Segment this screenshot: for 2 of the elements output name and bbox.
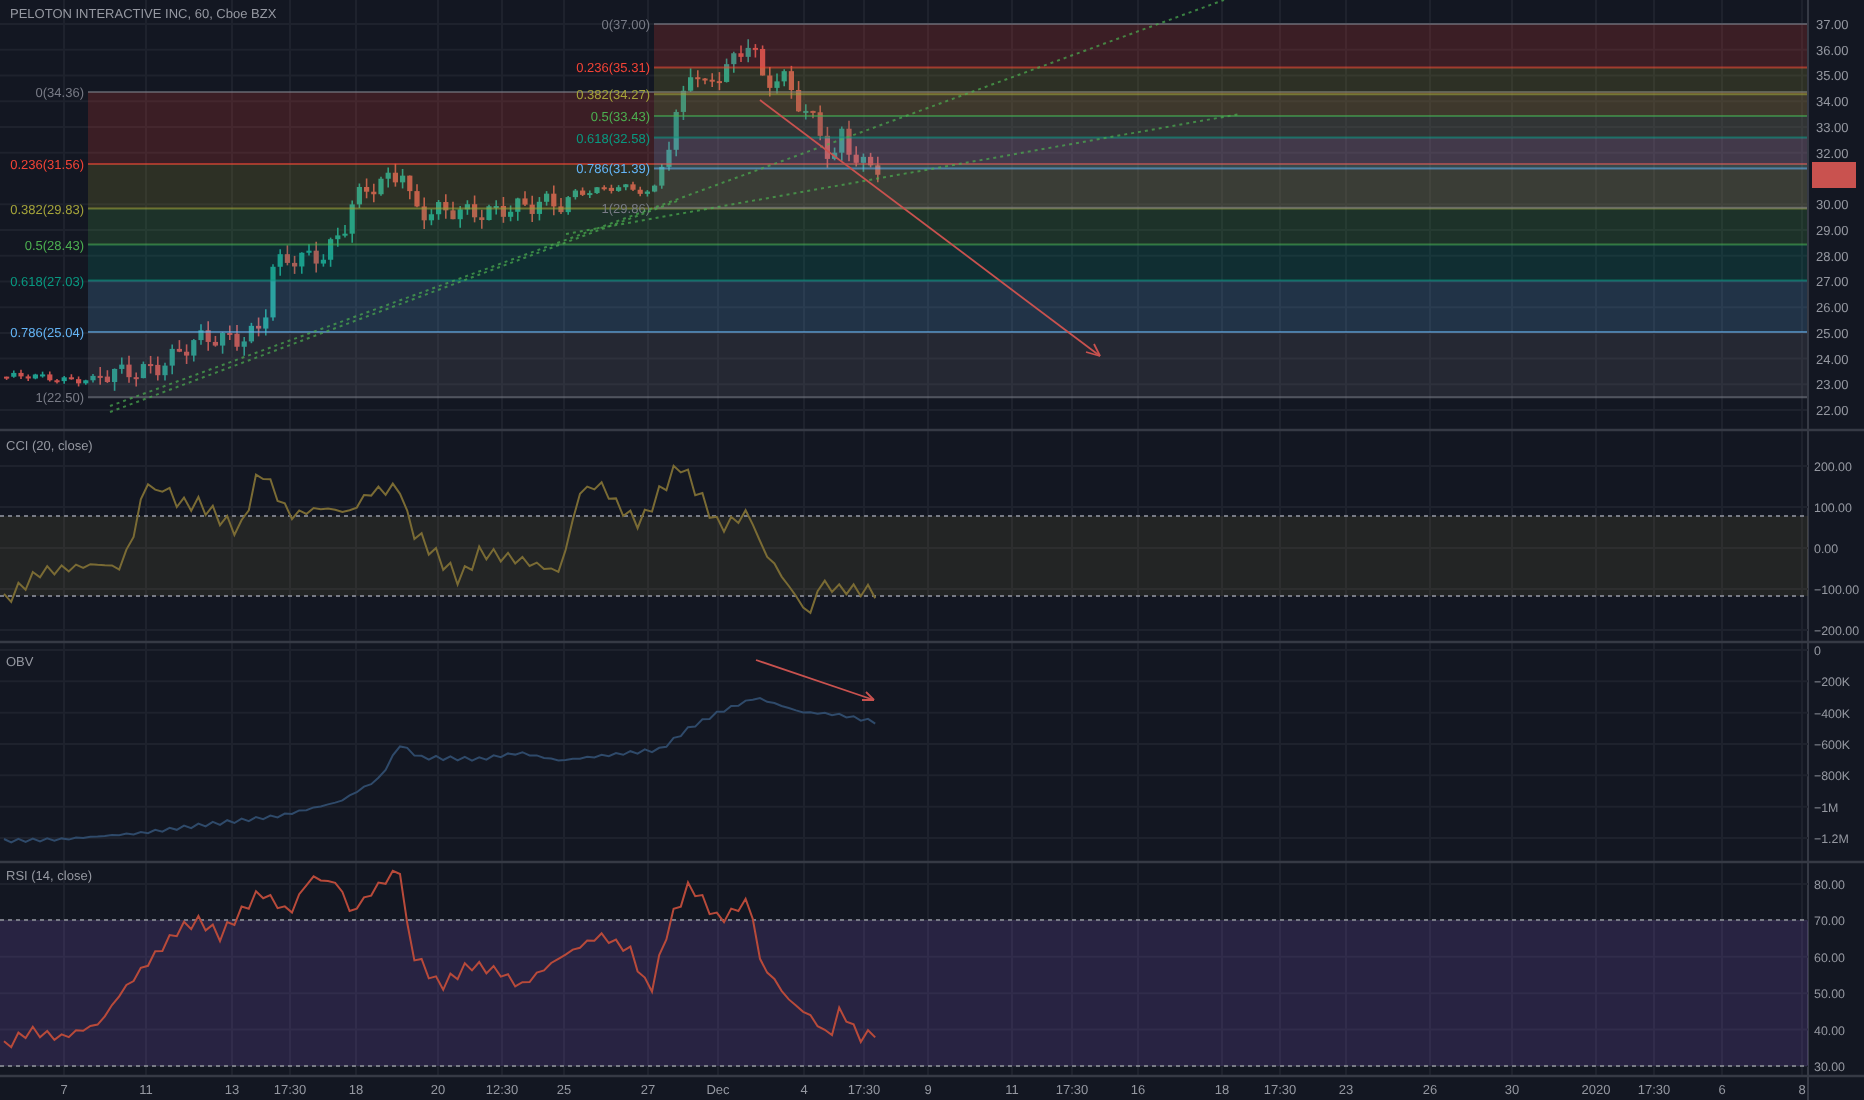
price-marker: [1812, 162, 1856, 188]
divergence-arrow: [755, 659, 875, 701]
